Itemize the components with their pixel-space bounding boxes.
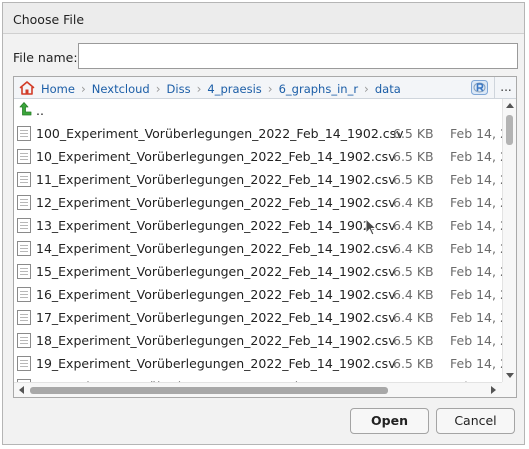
file-icon xyxy=(17,333,31,351)
chevron-right-icon: › xyxy=(196,82,202,96)
file-modified: Feb 14, 2 xyxy=(450,172,502,187)
file-modified: Feb 14, 2 xyxy=(450,310,502,325)
parent-directory-label: .. xyxy=(36,103,44,118)
file-modified: Feb 14, 2 xyxy=(450,287,502,302)
file-row[interactable]: 13_Experiment_Vorüberlegungen_2022_Feb_1… xyxy=(14,214,502,237)
file-modified: Feb 14, 2 xyxy=(450,218,502,233)
file-name[interactable]: 17_Experiment_Vorüberlegungen_2022_Feb_1… xyxy=(36,310,396,325)
file-size: 6.4 KB xyxy=(393,218,434,233)
file-modified: Feb 14, 2 xyxy=(450,333,502,348)
file-size: 6.5 KB xyxy=(393,126,434,141)
breadcrumb: Home › Nextcloud › Diss › 4_praesis › 6_… xyxy=(41,81,401,97)
breadcrumb-home[interactable]: Home xyxy=(41,82,75,96)
breadcrumb-diss[interactable]: Diss xyxy=(167,82,191,96)
breadcrumb-nextcloud[interactable]: Nextcloud xyxy=(92,82,150,96)
r-project-icon[interactable] xyxy=(471,80,488,95)
file-icon xyxy=(17,356,31,374)
file-icon xyxy=(17,195,31,213)
file-list: .. 100_Experiment_Vorüberlegungen_2022_F… xyxy=(14,99,502,382)
breadcrumb-6-graphs-in-r[interactable]: 6_graphs_in_r xyxy=(279,82,358,96)
file-name[interactable]: 14_Experiment_Vorüberlegungen_2022_Feb_1… xyxy=(36,241,396,256)
chevron-right-icon: › xyxy=(80,82,86,96)
file-size: 6.5 KB xyxy=(393,356,434,371)
file-row[interactable]: 16_Experiment_Vorüberlegungen_2022_Feb_1… xyxy=(14,283,502,306)
file-row[interactable]: 19_Experiment_Vorüberlegungen_2022_Feb_1… xyxy=(14,352,502,375)
file-row[interactable]: 100_Experiment_Vorüberlegungen_2022_Feb_… xyxy=(14,122,502,145)
file-icon xyxy=(17,218,31,236)
chevron-right-icon: › xyxy=(155,82,161,96)
parent-directory-row[interactable]: .. xyxy=(14,99,502,122)
scroll-right-arrow-icon[interactable] xyxy=(491,386,496,394)
file-name[interactable]: 10_Experiment_Vorüberlegungen_2022_Feb_1… xyxy=(36,149,396,164)
file-modified: Feb 14, 2 xyxy=(450,126,502,141)
scroll-down-arrow-icon[interactable] xyxy=(506,373,514,378)
mouse-cursor-icon xyxy=(365,218,377,236)
file-name[interactable]: 12_Experiment_Vorüberlegungen_2022_Feb_1… xyxy=(36,195,396,210)
up-arrow-icon xyxy=(19,102,32,116)
file-browser: Home › Nextcloud › Diss › 4_praesis › 6_… xyxy=(13,76,517,398)
file-row[interactable]: 15_Experiment_Vorüberlegungen_2022_Feb_1… xyxy=(14,260,502,283)
file-modified: Feb 14, 2 xyxy=(450,149,502,164)
file-name-label: File name: xyxy=(13,50,78,65)
file-size: 6.4 KB xyxy=(393,195,434,210)
file-size: 6.4 KB xyxy=(393,287,434,302)
file-name[interactable]: 18_Experiment_Vorüberlegungen_2022_Feb_1… xyxy=(36,333,396,348)
file-size: 6.5 KB xyxy=(393,333,434,348)
breadcrumb-4-praesis[interactable]: 4_praesis xyxy=(207,82,261,96)
scroll-left-arrow-icon[interactable] xyxy=(19,386,24,394)
file-size: 6.5 KB xyxy=(393,149,434,164)
file-name[interactable]: 15_Experiment_Vorüberlegungen_2022_Feb_1… xyxy=(36,264,396,279)
vertical-scrollbar[interactable] xyxy=(502,99,516,382)
path-bar: Home › Nextcloud › Diss › 4_praesis › 6_… xyxy=(14,77,516,99)
file-name[interactable]: 16_Experiment_Vorüberlegungen_2022_Feb_1… xyxy=(36,287,396,302)
file-size: 6.4 KB xyxy=(393,241,434,256)
file-row[interactable]: 11_Experiment_Vorüberlegungen_2022_Feb_1… xyxy=(14,168,502,191)
file-row[interactable]: 14_Experiment_Vorüberlegungen_2022_Feb_1… xyxy=(14,237,502,260)
horizontal-scrollbar[interactable] xyxy=(14,382,502,397)
file-modified: Feb 14, 2 xyxy=(450,264,502,279)
dialog-title: Choose File xyxy=(13,12,85,27)
file-size: 6.4 KB xyxy=(393,310,434,325)
choose-file-dialog: Choose File File name: Home › Nextcloud … xyxy=(2,2,525,445)
file-icon xyxy=(17,241,31,259)
file-icon xyxy=(17,149,31,167)
file-icon xyxy=(17,172,31,190)
file-icon xyxy=(17,310,31,328)
file-modified: Feb 14, 2 xyxy=(450,195,502,210)
file-row[interactable]: 18_Experiment_Vorüberlegungen_2022_Feb_1… xyxy=(14,329,502,352)
home-icon[interactable] xyxy=(19,80,35,96)
title-bar[interactable]: Choose File xyxy=(3,3,524,34)
file-icon xyxy=(17,264,31,282)
file-name[interactable]: 100_Experiment_Vorüberlegungen_2022_Feb_… xyxy=(36,126,404,141)
file-size: 6.5 KB xyxy=(393,264,434,279)
file-row[interactable]: 12_Experiment_Vorüberlegungen_2022_Feb_1… xyxy=(14,191,502,214)
file-name[interactable]: 11_Experiment_Vorüberlegungen_2022_Feb_1… xyxy=(36,172,396,187)
file-icon xyxy=(17,126,31,144)
file-row[interactable]: 1_Experiment_Vorüberlegungen_2022_Feb_14… xyxy=(14,375,502,382)
horizontal-scroll-thumb[interactable] xyxy=(30,387,388,394)
chevron-right-icon: › xyxy=(364,82,369,96)
file-modified: Feb 14, 2 xyxy=(450,241,502,256)
file-name[interactable]: 19_Experiment_Vorüberlegungen_2022_Feb_1… xyxy=(36,356,396,371)
file-modified: Feb 14, 2 xyxy=(450,356,502,371)
scroll-up-arrow-icon[interactable] xyxy=(506,103,514,108)
more-options-button[interactable]: ... xyxy=(494,77,516,98)
file-row[interactable]: 17_Experiment_Vorüberlegungen_2022_Feb_1… xyxy=(14,306,502,329)
vertical-scroll-thumb[interactable] xyxy=(506,115,513,145)
file-icon xyxy=(17,287,31,305)
file-size: 6.5 KB xyxy=(393,172,434,187)
file-name-input[interactable] xyxy=(78,43,518,69)
scrollbar-corner xyxy=(502,382,516,397)
open-button[interactable]: Open xyxy=(350,408,429,434)
chevron-right-icon: › xyxy=(267,82,273,96)
file-row[interactable]: 10_Experiment_Vorüberlegungen_2022_Feb_1… xyxy=(14,145,502,168)
cancel-button[interactable]: Cancel xyxy=(436,408,515,434)
file-name[interactable]: 13_Experiment_Vorüberlegungen_2022_Feb_1… xyxy=(36,218,396,233)
breadcrumb-data[interactable]: data xyxy=(375,82,401,96)
